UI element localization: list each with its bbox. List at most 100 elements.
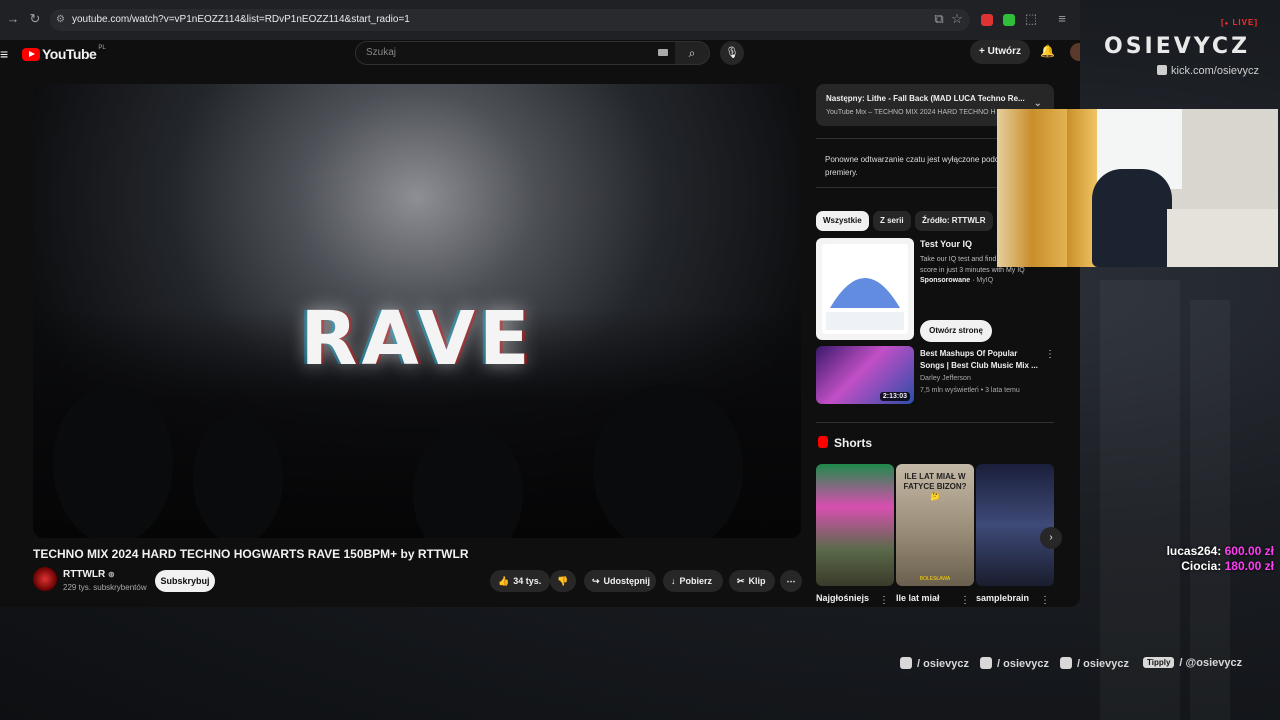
download-icon: ↓ — [671, 576, 676, 586]
subscribe-button[interactable]: Subskrybuj — [155, 570, 215, 592]
more-horizontal-icon: ⋯ — [786, 576, 796, 586]
forward-icon[interactable]: → — [6, 12, 20, 26]
short-title[interactable]: Najgłośniejs — [816, 593, 869, 603]
tiktok-icon — [980, 657, 992, 669]
bookmark-star-icon[interactable]: ☆ — [950, 12, 964, 26]
extensions-puzzle-icon[interactable]: ⬚ — [1024, 12, 1038, 26]
instagram-icon — [900, 657, 912, 669]
share-label: Udostępnij — [603, 576, 651, 586]
ad-cta-button[interactable]: Otwórz stronę — [920, 320, 992, 342]
thumbs-down-icon: 👎 — [557, 576, 569, 586]
chip-source[interactable]: Źródło: RTTWLR — [915, 211, 993, 231]
menu-icon[interactable]: ≡ — [0, 46, 8, 62]
crowd-silhouette — [53, 384, 173, 538]
extension-icon[interactable] — [1003, 14, 1015, 26]
webcam-feed — [997, 109, 1278, 267]
browser-window: → ↻ ⚙ youtube.com/watch?v=vP1nEOZZ114&li… — [0, 0, 1080, 607]
chevron-down-icon[interactable]: ⌄ — [1034, 98, 1042, 109]
short-thumbnail[interactable]: ILE LAT MIAŁ W FATYCE BIZON? 🤔 BOLESŁAWA — [896, 464, 974, 586]
streamer-brand: OSIEVYCZ — [1104, 34, 1251, 59]
search-button[interactable]: ⌕ — [675, 41, 710, 65]
browser-toolbar: → ↻ ⚙ youtube.com/watch?v=vP1nEOZZ114&li… — [0, 0, 1080, 41]
verified-icon: ⊛ — [108, 570, 115, 579]
download-button[interactable]: ↓ Pobierz — [663, 570, 723, 592]
shorts-next-button[interactable]: › — [1040, 527, 1062, 549]
address-bar[interactable]: ⚙ youtube.com/watch?v=vP1nEOZZ114&list=R… — [50, 9, 970, 31]
dislike-button[interactable]: 👎 — [550, 570, 576, 592]
notifications-bell-icon[interactable]: 🔔 — [1040, 44, 1055, 58]
clip-label: Klip — [748, 576, 766, 586]
mix-thumbnail[interactable]: 2:13:03 — [816, 346, 914, 404]
reload-icon[interactable]: ↻ — [28, 12, 42, 26]
social-youtube: / osievycz — [1060, 657, 1129, 670]
cast-icon[interactable]: ⧉ — [932, 12, 946, 26]
short-title[interactable]: samplebrain — [976, 593, 1029, 603]
mix-author[interactable]: Darley Jefferson — [920, 375, 971, 382]
create-button[interactable]: + Utwórz — [970, 40, 1030, 64]
tab-search-icon[interactable]: ≡ — [1055, 12, 1069, 26]
social-tiktok: / osievycz — [980, 657, 1049, 670]
shorts-heading: Shorts — [834, 436, 873, 450]
extension-icon[interactable] — [981, 14, 993, 26]
channel-avatar[interactable] — [33, 567, 57, 591]
video-duration: 2:13:03 — [879, 392, 910, 401]
ad-title[interactable]: Test Your IQ — [920, 239, 972, 249]
youtube-icon — [1060, 657, 1072, 669]
social-instagram: / osievycz — [900, 657, 969, 670]
mix-title[interactable]: Best Mashups Of Popular Songs | Best Clu… — [920, 348, 1038, 372]
short-overlay-text: ILE LAT MIAŁ W FATYCE BIZON? 🤔 — [903, 472, 967, 501]
channel-name[interactable]: RTTWLR ⊛ — [63, 569, 115, 580]
divider — [816, 422, 1054, 423]
download-label: Pobierz — [679, 576, 713, 586]
search-placeholder: Szukaj — [366, 47, 397, 58]
short-thumbnail[interactable] — [976, 464, 1054, 586]
donation-entry: lucas264: 600.00 zł — [1166, 544, 1274, 558]
share-icon: ↪ — [592, 576, 600, 586]
mix-meta: 7,5 mln wyświetleń • 3 lata temu — [920, 387, 1020, 394]
chip-all[interactable]: Wszystkie — [816, 211, 869, 231]
video-player[interactable]: RAVE — [33, 84, 801, 538]
video-overlay-text: RAVE — [300, 296, 534, 382]
chevron-right-icon: › — [1049, 532, 1053, 543]
crowd-silhouette — [193, 414, 283, 538]
youtube-logo[interactable]: YouTube PL — [22, 45, 106, 62]
create-label: Utwórz — [987, 46, 1021, 57]
search-icon: ⌕ — [688, 46, 696, 60]
mic-icon: 🎙 — [725, 47, 739, 59]
kick-link: kick.com/osievycz — [1157, 65, 1259, 77]
like-count: 34 tys. — [513, 576, 542, 586]
live-badge: [● LIVE] — [1221, 18, 1258, 27]
short-title[interactable]: Ile lat miał — [896, 593, 940, 603]
region-code: PL — [98, 45, 106, 51]
like-button[interactable]: 👍 34 tys. — [490, 570, 550, 592]
video-title: TECHNO MIX 2024 HARD TECHNO HOGWARTS RAV… — [33, 547, 469, 561]
social-tipply: Tipply / @osievycz — [1143, 657, 1242, 669]
more-vertical-icon[interactable]: ⋮ — [1045, 349, 1055, 360]
account-avatar[interactable] — [1070, 43, 1080, 61]
clip-button[interactable]: ✂ Klip — [729, 570, 775, 592]
keyboard-icon[interactable] — [658, 49, 668, 56]
playlist-subtitle: YouTube Mix – TECHNO MIX 2024 HARD TECHN… — [826, 109, 996, 116]
kick-icon — [1157, 65, 1167, 75]
short-thumbnail[interactable] — [816, 464, 894, 586]
youtube-play-icon — [22, 47, 40, 61]
wall-texture — [1100, 280, 1180, 720]
search-input[interactable]: Szukaj — [355, 41, 677, 65]
share-button[interactable]: ↪ Udostępnij — [584, 570, 656, 592]
more-actions-button[interactable]: ⋯ — [780, 570, 802, 592]
voice-search-button[interactable]: 🎙 — [720, 41, 744, 65]
logo-text: YouTube — [42, 46, 97, 62]
url-text: youtube.com/watch?v=vP1nEOZZ114&list=RDv… — [72, 14, 410, 25]
more-vertical-icon[interactable]: ⋮ — [1040, 595, 1050, 606]
thumbs-up-icon: 👍 — [498, 576, 510, 586]
plus-icon: + — [979, 46, 988, 57]
ad-sponsor-line: Sponsorowane · MyIQ — [920, 277, 994, 284]
youtube-header: ≡ YouTube PL Szukaj ⌕ 🎙 + Utwórz 🔔 — [0, 40, 1080, 84]
chip-series[interactable]: Z serii — [873, 211, 911, 231]
site-info-icon[interactable]: ⚙ — [56, 14, 65, 25]
iq-chart-image — [822, 244, 908, 334]
ad-thumbnail[interactable] — [816, 238, 914, 340]
more-vertical-icon[interactable]: ⋮ — [960, 595, 970, 606]
more-vertical-icon[interactable]: ⋮ — [879, 595, 889, 606]
donation-entry: Ciocia: 180.00 zł — [1181, 559, 1274, 573]
